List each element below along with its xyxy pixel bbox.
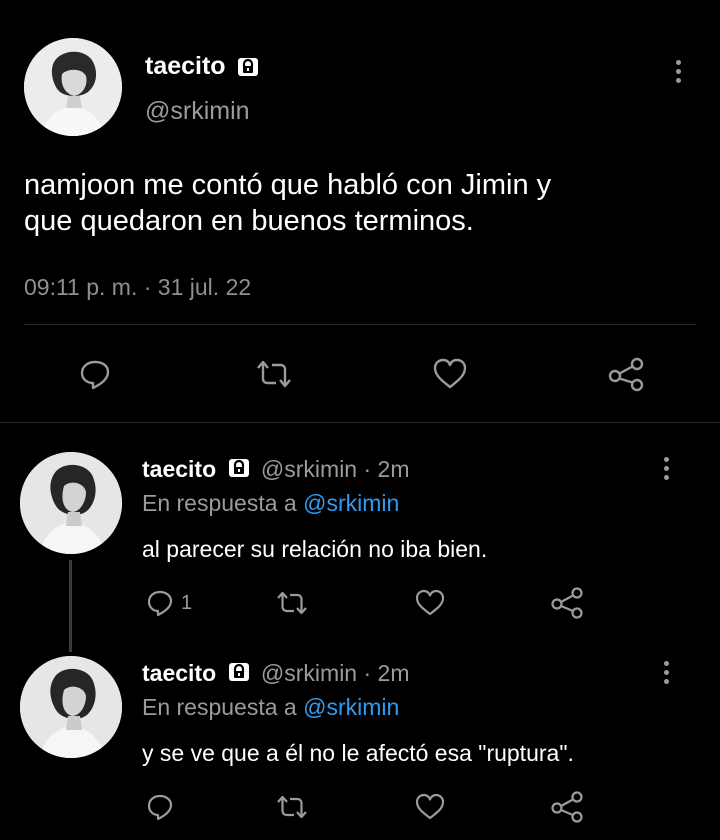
- handle[interactable]: @srkimin: [145, 97, 250, 126]
- avatar[interactable]: [20, 452, 122, 554]
- reply-header: taecito @srkimin · 2m: [142, 456, 410, 485]
- author-row: taecito: [145, 52, 260, 83]
- lock-icon: [227, 457, 251, 485]
- handle-time[interactable]: @srkimin · 2m: [261, 456, 410, 482]
- lock-icon: [227, 661, 251, 689]
- more-vertical-icon[interactable]: [656, 450, 676, 486]
- display-name[interactable]: taecito: [145, 52, 226, 80]
- like-icon[interactable]: [431, 357, 469, 391]
- more-vertical-icon[interactable]: [656, 654, 676, 690]
- like-icon[interactable]: [413, 588, 447, 618]
- reply-prefix: En respuesta a: [142, 490, 297, 516]
- display-name[interactable]: taecito: [142, 660, 216, 686]
- share-icon[interactable]: [549, 586, 585, 620]
- retweet-icon[interactable]: [274, 792, 310, 822]
- reply-context: En respuesta a @srkimin: [142, 694, 399, 721]
- avatar[interactable]: [24, 38, 122, 136]
- divider: [0, 422, 720, 423]
- more-vertical-icon[interactable]: [668, 53, 688, 89]
- reply-count: 1: [181, 592, 193, 614]
- reply-text: al parecer su relación no iba bien.: [142, 536, 488, 562]
- mention-link[interactable]: @srkimin: [303, 490, 399, 516]
- reply-icon[interactable]: [145, 792, 175, 822]
- tweet-timestamp[interactable]: 09:11 p. m. · 31 jul. 22: [24, 274, 251, 301]
- thread-connector: [69, 560, 72, 652]
- lock-icon: [236, 56, 260, 83]
- mention-link[interactable]: @srkimin: [303, 694, 399, 720]
- tweet-text-line-2: que quedaron en buenos terminos.: [24, 205, 474, 237]
- reply-icon[interactable]: [78, 357, 112, 391]
- tweet-text: namjoon me contó que habló con Jimin y q…: [24, 167, 704, 239]
- reply-prefix: En respuesta a: [142, 694, 297, 720]
- retweet-icon[interactable]: [254, 357, 294, 391]
- handle-time[interactable]: @srkimin · 2m: [261, 660, 410, 686]
- reply-header: taecito @srkimin · 2m: [142, 660, 410, 689]
- reply-text: y se ve que a él no le afectó esa "ruptu…: [142, 740, 574, 766]
- share-icon[interactable]: [606, 356, 646, 392]
- retweet-icon[interactable]: [274, 588, 310, 618]
- reply-icon[interactable]: [145, 588, 175, 618]
- share-icon[interactable]: [549, 790, 585, 824]
- tweet-text-line-1: namjoon me contó que habló con Jimin y: [24, 169, 552, 201]
- divider: [24, 324, 696, 325]
- display-name[interactable]: taecito: [142, 456, 216, 482]
- like-icon[interactable]: [413, 792, 447, 822]
- avatar[interactable]: [20, 656, 122, 758]
- reply-context: En respuesta a @srkimin: [142, 490, 399, 517]
